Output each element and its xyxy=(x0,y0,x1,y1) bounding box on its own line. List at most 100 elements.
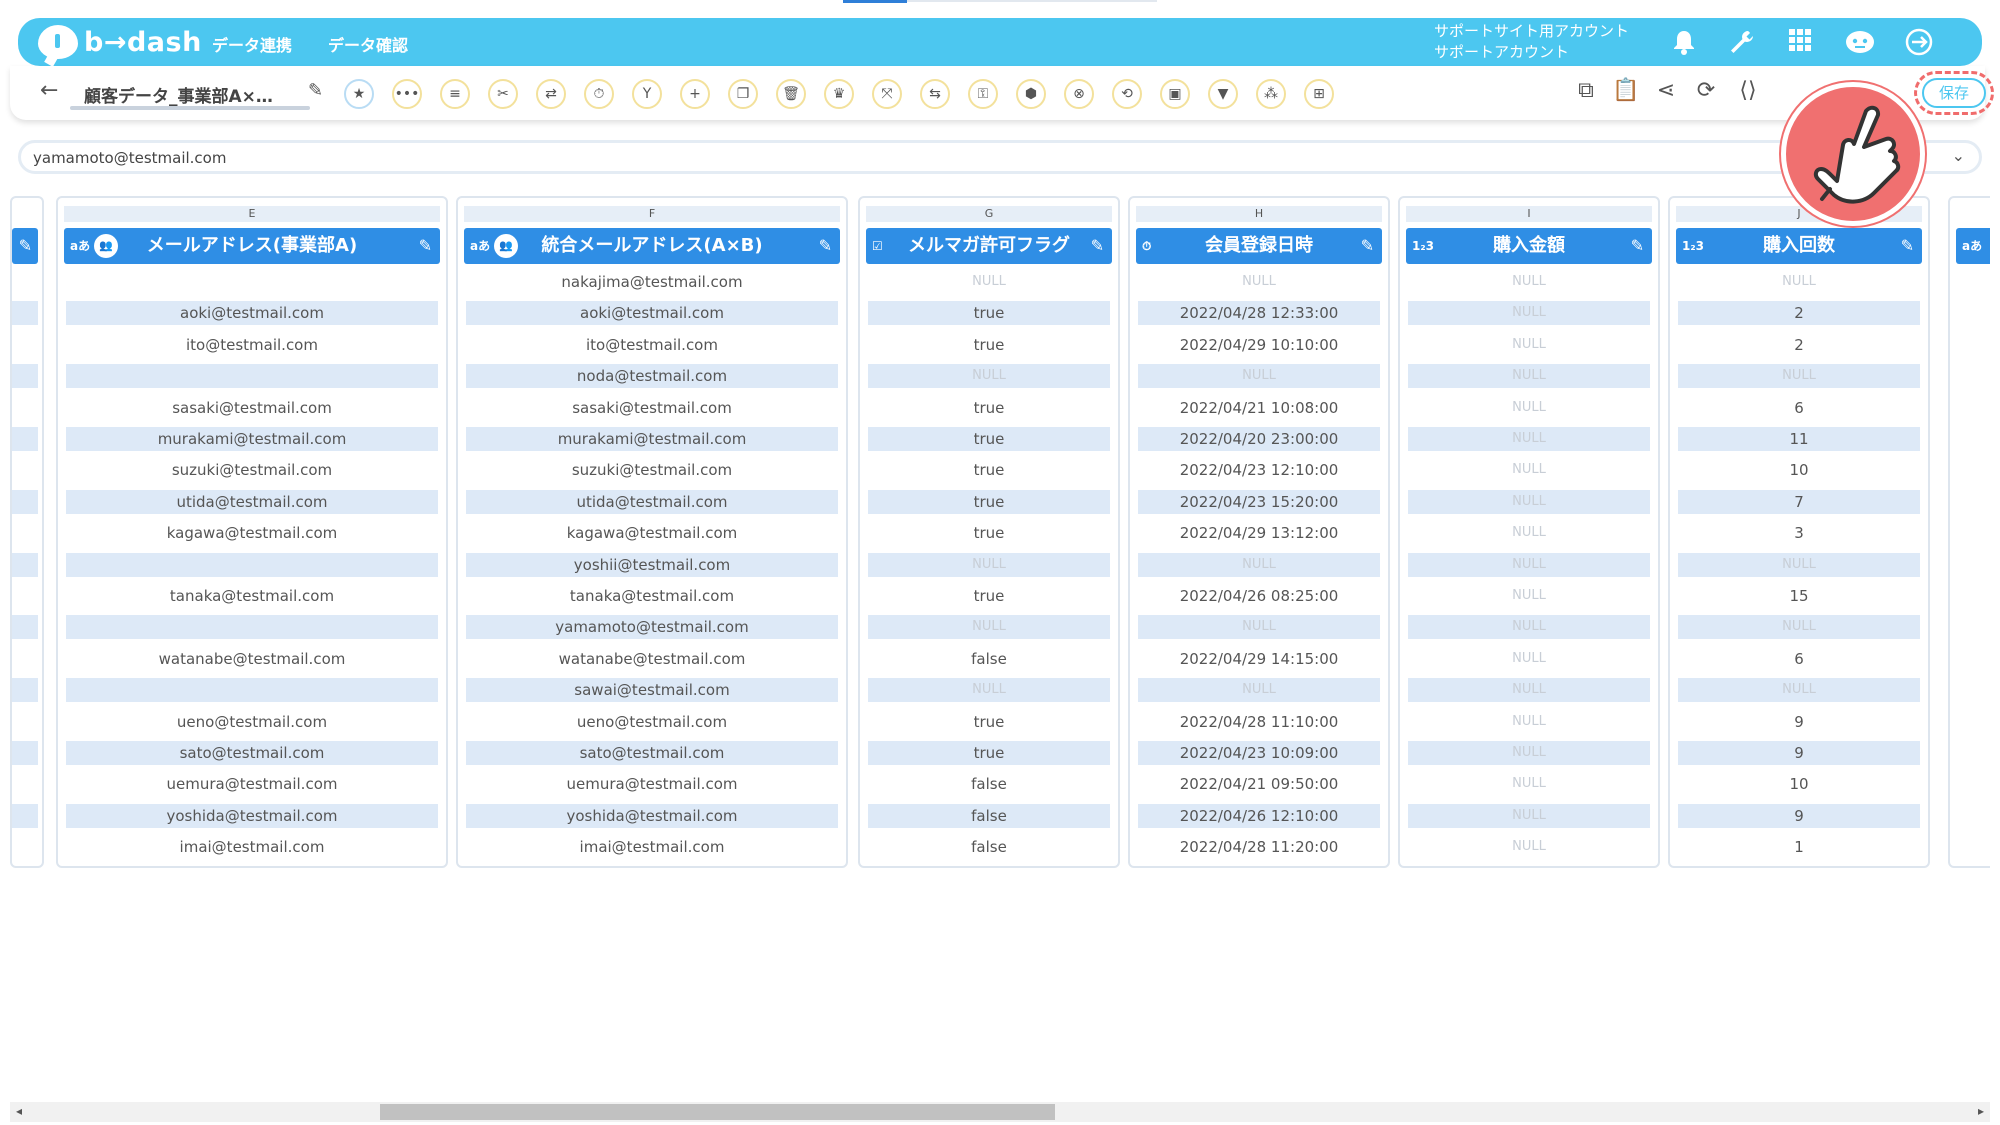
table-cell[interactable]: 2 xyxy=(1678,301,1920,326)
table-cell[interactable]: NULL xyxy=(1408,647,1650,671)
table-cell[interactable]: 9 xyxy=(1678,741,1920,765)
table-cell[interactable]: watanabe@testmail.com xyxy=(66,647,438,671)
table-cell[interactable]: imai@testmail.com xyxy=(66,835,438,859)
save-button[interactable]: 保存 xyxy=(1922,78,1986,108)
cancel-icon[interactable]: ⊗ xyxy=(1064,79,1094,109)
table-cell[interactable]: uemura@testmail.com xyxy=(466,772,838,796)
bell-icon[interactable] xyxy=(1670,28,1698,56)
table-cell[interactable]: NULL xyxy=(1678,364,1920,389)
box-icon[interactable]: ⬢ xyxy=(1016,79,1046,109)
nav-data-check[interactable]: データ確認 xyxy=(328,32,408,56)
table-cell[interactable]: 7 xyxy=(1678,489,1920,514)
table-cell[interactable]: NULL xyxy=(868,270,1110,294)
table-cell[interactable]: NULL xyxy=(1408,803,1650,828)
table-cell[interactable]: 11 xyxy=(1678,427,1920,451)
table-cell[interactable]: 10 xyxy=(1678,458,1920,482)
add-icon[interactable]: + xyxy=(680,79,710,109)
table-cell[interactable]: true xyxy=(868,741,1110,765)
copy-icon[interactable]: ❐ xyxy=(728,79,758,109)
table-cell[interactable]: tanaka@testmail.com xyxy=(466,584,838,608)
table-cell[interactable]: watanabe@testmail.com xyxy=(466,647,838,671)
table-cell[interactable]: NULL xyxy=(868,552,1110,577)
table-cell[interactable]: 2022/04/28 12:33:00 xyxy=(1138,301,1380,326)
table-cell[interactable]: ueno@testmail.com xyxy=(66,710,438,734)
edit-icon[interactable]: ✎ xyxy=(419,228,432,264)
table-cell[interactable]: 15 xyxy=(1678,584,1920,608)
table-cell[interactable]: NULL xyxy=(1138,364,1380,389)
table-cell[interactable]: sasaki@testmail.com xyxy=(466,396,838,420)
table-cell[interactable]: 2022/04/20 23:00:00 xyxy=(1138,427,1380,451)
table-cell[interactable] xyxy=(12,615,38,640)
table-cell[interactable]: NULL xyxy=(1408,710,1650,734)
table-cell[interactable]: NULL xyxy=(1408,301,1650,326)
table-cell[interactable]: 2022/04/26 12:10:00 xyxy=(1138,803,1380,828)
table-cell[interactable]: ueno@testmail.com xyxy=(466,710,838,734)
table-cell[interactable]: 2022/04/28 11:10:00 xyxy=(1138,710,1380,734)
nav-data-integration[interactable]: データ連携 xyxy=(212,32,292,56)
table-cell[interactable]: NULL xyxy=(1408,772,1650,796)
table-cell[interactable]: ito@testmail.com xyxy=(466,333,838,357)
table-cell[interactable]: 3 xyxy=(1678,521,1920,545)
diagram-icon[interactable]: ⧉ xyxy=(1572,78,1600,103)
table-cell[interactable]: murakami@testmail.com xyxy=(466,427,838,451)
table-cell[interactable]: suzuki@testmail.com xyxy=(466,458,838,482)
table-cell[interactable]: yoshida@testmail.com xyxy=(466,803,838,828)
table-cell[interactable]: yoshida@testmail.com xyxy=(66,803,438,828)
column-header[interactable]: ☑ メルマガ許可フラグ ✎ xyxy=(866,228,1112,264)
table-cell[interactable]: 2022/04/29 13:12:00 xyxy=(1138,521,1380,545)
table-cell[interactable]: true xyxy=(868,301,1110,326)
frame-icon[interactable]: ▣ xyxy=(1160,79,1190,109)
table-cell[interactable] xyxy=(12,301,38,326)
column-letter[interactable]: H xyxy=(1136,206,1382,222)
table-cell[interactable]: utida@testmail.com xyxy=(66,489,438,514)
table-cell[interactable] xyxy=(12,489,38,514)
table-cell[interactable]: NULL xyxy=(1408,835,1650,859)
table-cell[interactable]: 10 xyxy=(1678,772,1920,796)
list-icon[interactable]: ≡ xyxy=(440,79,470,109)
table-cell[interactable]: true xyxy=(868,584,1110,608)
table-cell[interactable]: false xyxy=(868,803,1110,828)
table-cell[interactable]: NULL xyxy=(1678,270,1920,294)
transform-icon[interactable]: ⇄ xyxy=(536,79,566,109)
share-icon[interactable]: ⋖ xyxy=(1652,78,1680,103)
column-header[interactable]: ⏱ 会員登録日時 ✎ xyxy=(1136,228,1382,264)
table-cell[interactable]: NULL xyxy=(1138,678,1380,703)
table-cell[interactable]: NULL xyxy=(1138,552,1380,577)
pattern-icon[interactable]: ⁂ xyxy=(1256,79,1286,109)
table-cell[interactable]: true xyxy=(868,521,1110,545)
table-cell[interactable]: NULL xyxy=(1678,552,1920,577)
edit-icon[interactable]: ✎ xyxy=(1091,228,1104,264)
logout-icon[interactable] xyxy=(1904,28,1933,56)
back-arrow-icon[interactable]: ← xyxy=(40,78,58,103)
table-cell[interactable]: sasaki@testmail.com xyxy=(66,396,438,420)
table-cell[interactable] xyxy=(66,552,438,577)
table-cell[interactable]: NULL xyxy=(1408,521,1650,545)
column-letter[interactable]: E xyxy=(64,206,440,222)
table-cell[interactable]: NULL xyxy=(1408,427,1650,451)
table-cell[interactable]: NULL xyxy=(1408,552,1650,577)
table-cell[interactable]: 6 xyxy=(1678,396,1920,420)
table-cell[interactable]: true xyxy=(868,458,1110,482)
logo[interactable]: b→dash xyxy=(38,24,202,60)
column-header[interactable]: aあ 👥 統合メールアドレス(A×B) ✎ xyxy=(464,228,840,264)
table-cell[interactable] xyxy=(12,678,38,703)
table-cell[interactable]: NULL xyxy=(1408,489,1650,514)
edit-icon[interactable]: ✎ xyxy=(19,228,32,264)
table-cell[interactable]: 2022/04/28 11:20:00 xyxy=(1138,835,1380,859)
table-cell[interactable]: aoki@testmail.com xyxy=(466,301,838,326)
horizontal-scrollbar[interactable]: ◂ ▸ xyxy=(10,1102,1990,1122)
flow-name[interactable]: 顧客データ_事業部A×… xyxy=(84,82,273,107)
table-cell[interactable]: 2022/04/21 10:08:00 xyxy=(1138,396,1380,420)
timer-icon[interactable]: ⏱ xyxy=(584,79,614,109)
cell-value-field[interactable]: ⌄ xyxy=(18,140,1982,174)
table-cell[interactable]: NULL xyxy=(868,364,1110,389)
table-cell[interactable]: 1 xyxy=(1678,835,1920,859)
table-cell[interactable]: true xyxy=(868,489,1110,514)
edit-icon[interactable]: ✎ xyxy=(1361,228,1374,264)
table-cell[interactable]: tanaka@testmail.com xyxy=(66,584,438,608)
wrench-icon[interactable] xyxy=(1728,28,1756,56)
code-icon[interactable]: ⟨⟩ xyxy=(1734,78,1762,103)
table-cell[interactable]: nakajima@testmail.com xyxy=(466,270,838,294)
table-cell[interactable]: yamamoto@testmail.com xyxy=(466,615,838,640)
table-cell[interactable]: false xyxy=(868,835,1110,859)
